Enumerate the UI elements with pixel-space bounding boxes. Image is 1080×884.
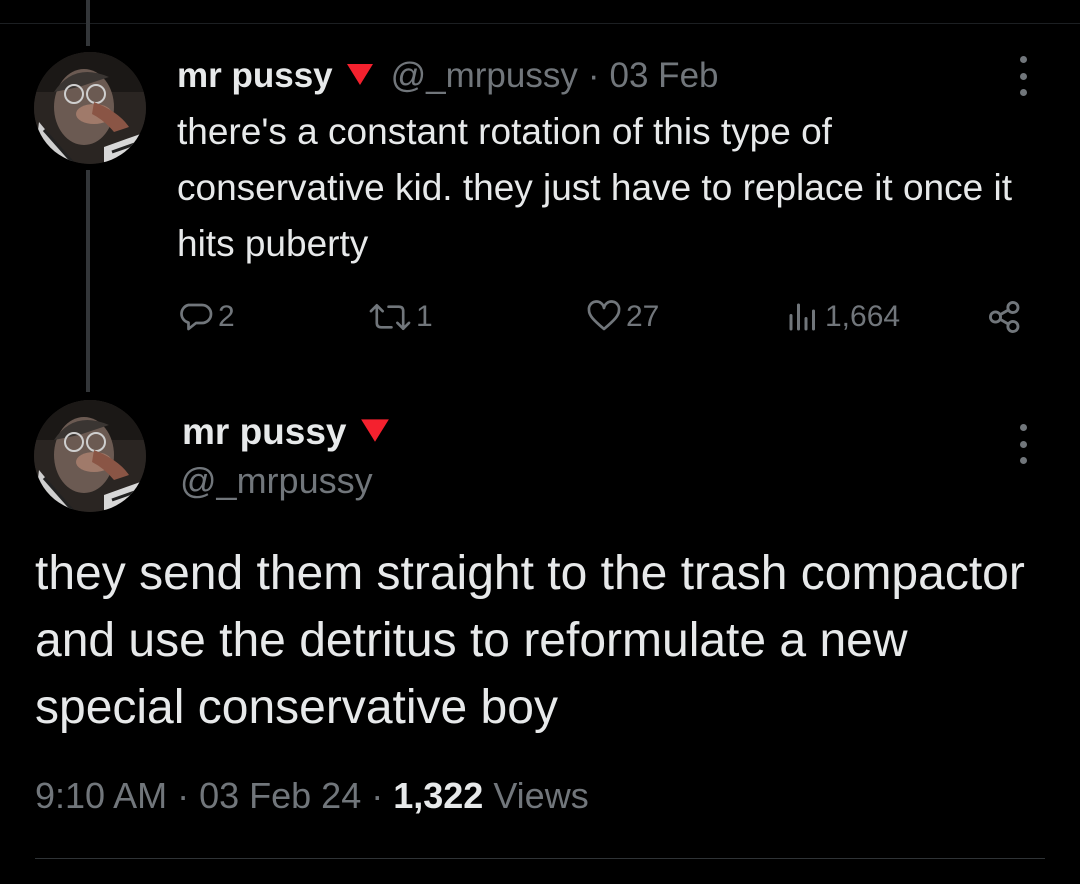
more-options-icon[interactable] — [1017, 424, 1029, 464]
retweet-button[interactable]: 1 — [368, 297, 433, 337]
views-count: 1,664 — [825, 300, 901, 333]
separator: · — [361, 775, 394, 816]
handle[interactable]: @_mrpussy — [180, 460, 373, 502]
like-button[interactable]: 27 — [586, 297, 659, 337]
main-name-row: mr pussy — [182, 410, 407, 454]
display-name[interactable]: mr pussy — [177, 56, 333, 96]
separator: · — [587, 56, 600, 95]
like-count: 27 — [626, 300, 660, 333]
thread-line — [86, 170, 90, 392]
reply-button[interactable]: 2 — [178, 297, 235, 337]
red-triangle-icon — [345, 56, 375, 96]
avatar[interactable] — [34, 52, 146, 164]
top-divider — [0, 23, 1080, 24]
heart-icon — [587, 300, 621, 331]
tweet-text: they send them straight to the trash com… — [35, 547, 1025, 734]
share-button[interactable] — [986, 297, 1028, 337]
views-count[interactable]: 1,322 — [393, 775, 483, 816]
red-triangle-icon — [359, 411, 391, 453]
views-label: Views — [483, 775, 589, 816]
more-options-icon[interactable] — [1017, 56, 1029, 96]
handle[interactable]: @_mrpussy — [391, 56, 578, 96]
retweet-count: 1 — [416, 300, 433, 333]
reply-count: 2 — [218, 300, 235, 333]
views-button[interactable]: 1,664 — [785, 297, 900, 337]
tweet-meta: 9:10 AM · 03 Feb 24 · 1,322 Views — [35, 775, 589, 817]
views-icon — [789, 303, 815, 331]
avatar[interactable] — [34, 400, 146, 512]
tweet-text: there's a constant rotation of this type… — [177, 111, 1012, 264]
separator: · — [167, 775, 200, 816]
tweet-date[interactable]: 03 Feb — [610, 56, 719, 96]
share-icon — [989, 301, 1020, 333]
retweet-icon — [369, 303, 411, 331]
reply-icon — [180, 303, 213, 331]
bottom-divider — [35, 858, 1045, 859]
thread-line-top — [86, 0, 90, 46]
display-name[interactable]: mr pussy — [182, 411, 347, 453]
reply-header: mr pussy @_mrpussy · 03 Feb — [177, 54, 719, 98]
tweet-time[interactable]: 9:10 AM — [35, 775, 167, 816]
tweet-date[interactable]: 03 Feb 24 — [199, 775, 361, 816]
